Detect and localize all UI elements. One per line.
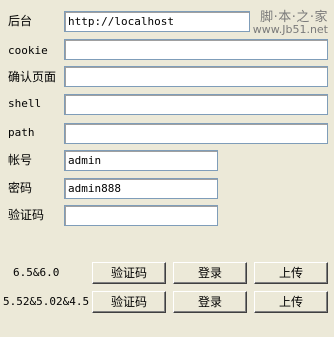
backend-url-input[interactable]: http://localhost <box>64 11 250 32</box>
captcha-button-1[interactable]: 验证码 <box>92 262 166 284</box>
account-label: 帐号 <box>8 153 33 167</box>
upload-button-2[interactable]: 上传 <box>254 291 328 313</box>
captcha-button-2[interactable]: 验证码 <box>92 291 166 313</box>
cookie-input[interactable] <box>64 39 328 60</box>
login-button-2[interactable]: 登录 <box>173 291 247 313</box>
shell-input[interactable] <box>64 94 328 115</box>
version-label-1: 6.5&6.0 <box>13 266 60 279</box>
path-label: path <box>8 126 35 139</box>
confirm-page-input[interactable] <box>64 66 328 87</box>
captcha-input[interactable] <box>64 205 218 226</box>
password-label: 密码 <box>8 181 33 195</box>
upload-button-1[interactable]: 上传 <box>254 262 328 284</box>
shell-label: shell <box>8 97 42 110</box>
backend-label: 后台 <box>8 14 33 28</box>
path-input[interactable] <box>64 123 328 144</box>
version-label-2: 5.52&5.02&4.5 <box>3 295 90 308</box>
watermark-url: www.Jb51.net <box>252 23 328 36</box>
login-button-1[interactable]: 登录 <box>173 262 247 284</box>
password-input[interactable]: admin888 <box>64 178 218 199</box>
account-input[interactable]: admin <box>64 150 218 171</box>
confirm-page-label: 确认页面 <box>8 70 57 84</box>
captcha-label: 验证码 <box>8 208 45 222</box>
cookie-label: cookie <box>8 44 48 57</box>
